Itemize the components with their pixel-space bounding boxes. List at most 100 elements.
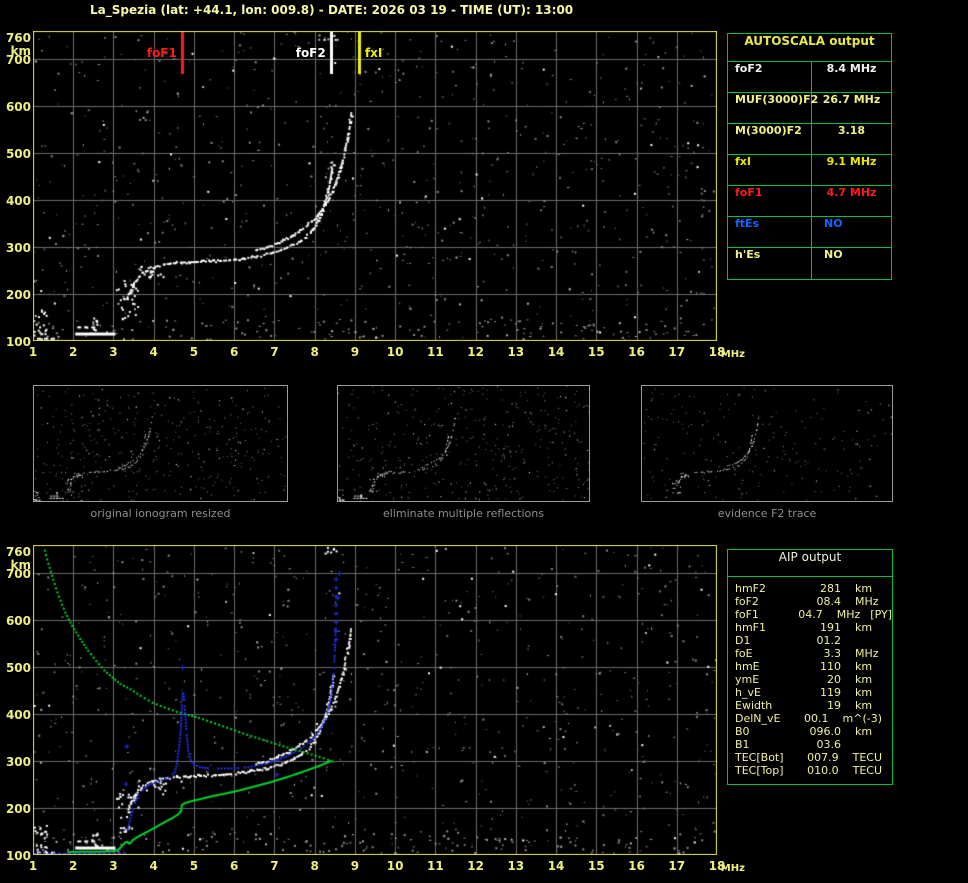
aip-label: B0 (735, 725, 750, 738)
autoscala-row-label: foF1 (728, 186, 812, 216)
aip-value: 119 (820, 686, 841, 699)
aip-row-Ewidth: Ewidth 19 km (728, 699, 892, 712)
aip-unit: km (855, 582, 873, 595)
autoscala-row-value: 3.18 (837, 124, 866, 137)
aip-value: 04.7 (798, 608, 823, 621)
x-tick-label: 6 (229, 859, 239, 873)
autoscala-row-label: fxI (728, 155, 812, 185)
aip-label: foF2 (735, 595, 759, 608)
y-tick-label: 200 (5, 802, 31, 817)
x-axis-unit-label: MHz (720, 349, 745, 360)
y-tick-label: 200 (5, 288, 31, 303)
aip-extra (882, 712, 892, 725)
y-axis-unit-label: km (10, 558, 31, 572)
aip-unit: MHz (855, 647, 879, 660)
x-tick-label: 16 (628, 859, 645, 873)
x-tick-label: 2 (69, 859, 78, 873)
aip-row-TECTop: TEC[Top] 010.0 TECU (728, 764, 892, 777)
aip-label: hmF1 (735, 621, 767, 634)
autoscala-row-MUF3000F2: MUF(3000)F2 26.7 MHz (728, 93, 891, 124)
aip-label: h_vE (735, 686, 761, 699)
autoscala-row-value: NO (824, 217, 843, 230)
y-tick-label: 100 (5, 849, 31, 863)
aip-value: 3.3 (823, 647, 842, 660)
autoscala-row-foF2: foF2 8.4 MHz (728, 62, 891, 93)
aip-label: foE (735, 647, 753, 660)
x-tick-label: 11 (426, 345, 444, 359)
autoscala-row-foF1: foF1 4.7 MHz (728, 186, 891, 217)
thumbnail-caption-eliminate: eliminate multiple reflections (383, 507, 544, 520)
aip-label: hmE (735, 660, 760, 673)
y-axis-unit-label: km (10, 44, 31, 58)
aip-row-DelNvE: DelN_vE 00.1 m^(-3) (728, 712, 892, 725)
aip-value: 010.0 (807, 764, 839, 777)
aip-value: 007.9 (807, 751, 839, 764)
x-tick-label: 15 (587, 859, 605, 873)
aip-label: ymE (735, 673, 760, 686)
x-tick-label: 10 (386, 859, 404, 873)
aip-value: 096.0 (809, 725, 842, 738)
y-tick-label: 600 (5, 614, 31, 629)
aip-extra (872, 673, 882, 686)
x-tick-label: 7 (270, 345, 279, 359)
y-tick-label: 500 (5, 147, 31, 162)
aip-unit: km (855, 686, 873, 699)
aip-extra (879, 647, 889, 660)
aip-extra (872, 582, 882, 595)
thumbnail-eliminate-reflections (337, 385, 590, 502)
y-tick-label: 500 (5, 661, 31, 676)
aip-row-hvE: h_vE 119 km (728, 686, 892, 699)
aip-extra (872, 725, 882, 738)
aip-unit: TECU (852, 751, 882, 764)
autoscala-output-table: AUTOSCALA output foF2 8.4 MHz MUF(3000)F2 2… (727, 33, 892, 280)
thumbnail-original-ionogram (33, 385, 288, 502)
aip-unit: km (855, 699, 873, 712)
autoscala-row-label: MUF(3000)F2 (728, 93, 818, 123)
y-tick-label: 760 (5, 545, 31, 559)
aip-output-table: AIP output hmF2 281 km foF2 08.4 MHz foF1 04.7 M… (727, 549, 893, 785)
bottom-ionogram-canvas (33, 545, 717, 855)
autoscala-row-fxI: fxI 9.1 MHz (728, 155, 891, 186)
aip-label: Ewidth (735, 699, 773, 712)
thumbnail-evidence-f2-trace (641, 385, 893, 502)
aip-extra (872, 686, 882, 699)
autoscala-row-ftEs: ftEs NO (728, 217, 891, 248)
aip-value: 191 (820, 621, 841, 634)
y-tick-label: 400 (5, 194, 31, 209)
x-tick-label: 13 (507, 345, 525, 359)
x-tick-label: 17 (668, 859, 686, 873)
aip-row-D1: D1 01.2 (728, 634, 892, 647)
aip-extra (855, 634, 865, 647)
y-tick-label: 300 (5, 755, 31, 770)
x-tick-label: 14 (547, 859, 565, 873)
autoscala-row-label: ftEs (728, 217, 812, 247)
aip-value: 00.1 (804, 712, 829, 725)
aip-value: 03.6 (816, 738, 842, 751)
aip-row-foF1: foF1 04.7 MHz [PY] (728, 608, 892, 621)
autoscala-screen: La_Spezia (lat: +44.1, lon: 009.8) - DAT… (0, 0, 968, 883)
x-tick-label: 8 (310, 345, 319, 359)
x-tick-label: 2 (69, 345, 78, 359)
fof1-marker-label: foF1 (146, 46, 177, 60)
x-tick-label: 5 (189, 859, 199, 873)
aip-unit: km (855, 660, 873, 673)
autoscala-row-hEs: h'Es NO (728, 248, 891, 279)
x-tick-label: 5 (189, 345, 199, 359)
aip-row-hmF2: hmF2 281 km (728, 582, 892, 595)
autoscala-row-M3000F2: M(3000)F2 3.18 (728, 124, 891, 155)
aip-row-foF2: foF2 08.4 MHz (728, 595, 892, 608)
aip-label: D1 (735, 634, 751, 647)
aip-extra (879, 595, 889, 608)
x-tick-label: 6 (229, 345, 239, 359)
aip-extra (872, 621, 882, 634)
aip-row-hmE: hmE 110 km (728, 660, 892, 673)
aip-value: 19 (827, 699, 841, 712)
aip-extra: [PY] (870, 608, 892, 621)
aip-value: 281 (820, 582, 841, 595)
aip-row-B0: B0 096.0 km (728, 725, 892, 738)
aip-extra (855, 738, 865, 751)
autoscala-row-label: M(3000)F2 (728, 124, 812, 154)
x-tick-label: 11 (426, 859, 444, 873)
x-tick-label: 13 (507, 859, 525, 873)
fof2-marker-label: foF2 (295, 46, 326, 60)
